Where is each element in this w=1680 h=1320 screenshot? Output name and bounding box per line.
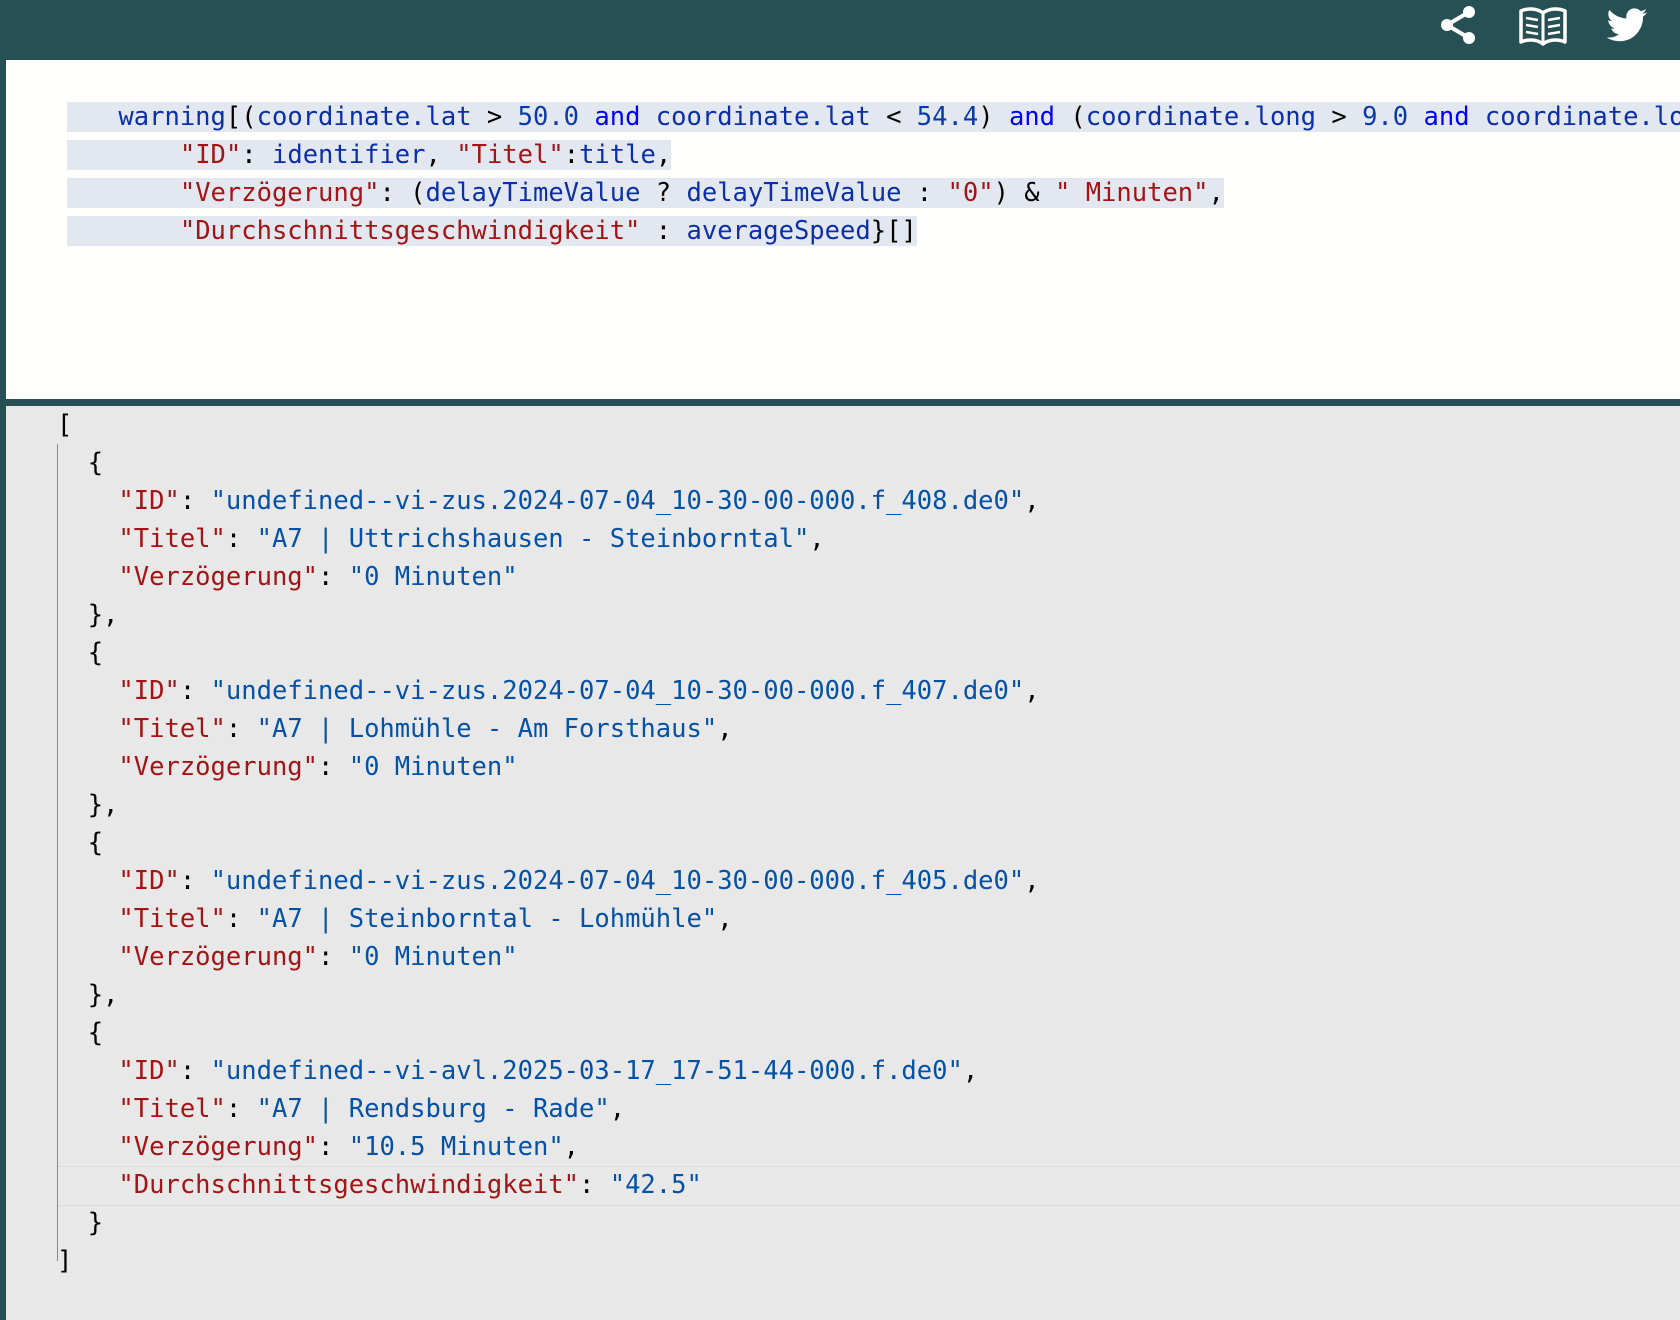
result-title-2: "Titel": "A7 | Lohmühle - Am Forsthaus", bbox=[118, 714, 733, 744]
query-line-1: warning[(coordinate.lat > 50.0 and coord… bbox=[6, 60, 1680, 132]
result-id-4: "ID": "undefined--vi-avl.2025-03-17_17-5… bbox=[118, 1056, 979, 1086]
object-open-1: { bbox=[57, 448, 104, 478]
result-title-4: "Titel": "A7 | Rendsburg - Rade", bbox=[118, 1094, 626, 1124]
array-close-bracket: ] bbox=[57, 1246, 73, 1276]
array-open-bracket: [ bbox=[57, 410, 73, 440]
object-close-1: }, bbox=[57, 600, 119, 630]
object-close-3: }, bbox=[57, 980, 119, 1010]
result-delay-4: "Verzögerung": "10.5 Minuten", bbox=[118, 1132, 580, 1162]
result-title-3: "Titel": "A7 | Steinborntal - Lohmühle", bbox=[118, 904, 733, 934]
object-open-2: { bbox=[57, 638, 104, 668]
result-output[interactable]: [ { "ID": "undefined--vi-zus.2024-07-04_… bbox=[6, 406, 1680, 1320]
object-close-4: } bbox=[57, 1208, 104, 1238]
query-line-3: "Verzögerung": (delayTimeValue ? delayTi… bbox=[6, 136, 1224, 208]
object-open-4: { bbox=[57, 1018, 104, 1048]
share-icon[interactable] bbox=[1436, 4, 1480, 48]
result-delay-1: "Verzögerung": "0 Minuten" bbox=[118, 562, 518, 592]
toolbar bbox=[0, 0, 1680, 60]
result-delay-2: "Verzögerung": "0 Minuten" bbox=[118, 752, 518, 782]
documentation-icon[interactable] bbox=[1519, 4, 1567, 48]
result-delay-3: "Verzögerung": "0 Minuten" bbox=[118, 942, 518, 972]
twitter-icon[interactable] bbox=[1605, 4, 1649, 48]
object-close-2: }, bbox=[57, 790, 119, 820]
result-id-3: "ID": "undefined--vi-zus.2024-07-04_10-3… bbox=[118, 866, 1040, 896]
result-id-2: "ID": "undefined--vi-zus.2024-07-04_10-3… bbox=[118, 676, 1040, 706]
object-open-3: { bbox=[57, 828, 104, 858]
result-speed-4: "Durchschnittsgeschwindigkeit": "42.5" bbox=[118, 1170, 702, 1200]
query-line-2: "ID": identifier, "Titel":title, bbox=[6, 98, 672, 170]
result-title-1: "Titel": "A7 | Uttrichshausen - Steinbor… bbox=[118, 524, 825, 554]
query-line-4: "Durchschnittsgeschwindigkeit" : average… bbox=[6, 174, 917, 246]
query-editor[interactable]: warning[(coordinate.lat > 50.0 and coord… bbox=[6, 60, 1680, 399]
result-id-1: "ID": "undefined--vi-zus.2024-07-04_10-3… bbox=[118, 486, 1040, 516]
